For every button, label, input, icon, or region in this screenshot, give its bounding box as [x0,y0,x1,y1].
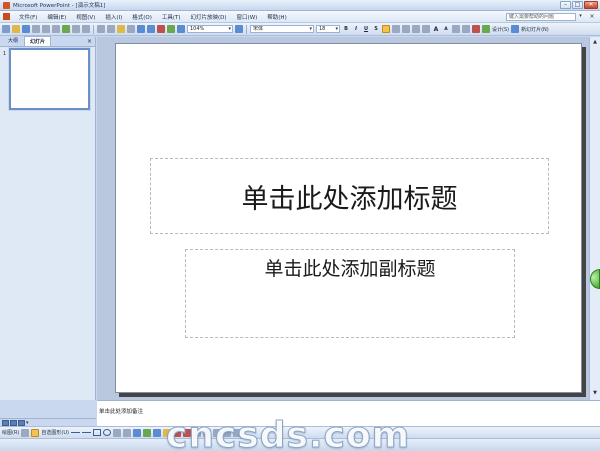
permission-icon[interactable] [32,25,40,33]
zoom-select[interactable]: 104% [187,25,233,33]
print-icon[interactable] [52,25,60,33]
format-painter-icon[interactable] [127,25,135,33]
email-icon[interactable] [42,25,50,33]
increase-indent-icon[interactable] [462,25,470,33]
menu-edit[interactable]: 编辑(E) [42,13,71,21]
design-button[interactable]: 设计(S) [492,26,509,33]
slide-number: 1 [3,51,7,57]
close-button[interactable]: ✕ [584,1,598,9]
open-folder-icon[interactable] [12,25,20,33]
bullets-icon[interactable] [422,25,430,33]
line-tool-icon[interactable] [70,432,80,433]
print-preview-icon[interactable] [62,25,70,33]
title-placeholder[interactable]: 单击此处添加标题 [150,158,549,234]
textbox-tool-icon[interactable] [112,428,121,437]
menu-view[interactable]: 视图(V) [71,13,100,21]
shadow-button[interactable]: S [372,26,380,32]
save-icon[interactable] [22,25,30,33]
normal-view-icon[interactable] [2,419,9,426]
tab-outline[interactable]: 大纲 [2,35,24,46]
font-name-select[interactable]: 宋体 [250,25,314,33]
clipart-tool-icon[interactable] [142,428,151,437]
view-buttons: ▾ [0,418,96,426]
help-dropdown-icon[interactable]: ▾ [577,13,584,21]
formatting-toolbar: 104% 宋体 18 B I U S A A 设计(S) 新幻灯片(N) [0,23,600,36]
new-slide-button[interactable]: 新幻灯片(N) [521,26,549,33]
insert-picture-icon[interactable] [177,25,185,33]
notes-placeholder: 单击此处添加备注 [99,409,144,415]
toolbar-separator [93,24,94,34]
numbering-icon[interactable] [412,25,420,33]
menu-file[interactable]: 文件(F) [14,13,42,21]
view-dropdown-icon[interactable]: ▾ [26,420,32,426]
bold-button[interactable]: B [342,26,350,32]
menu-format[interactable]: 格式(O) [127,13,157,21]
draw-menu-button[interactable]: 绘图(R) [2,429,19,436]
title-bar: Microsoft PowerPoint - [演示文稿1] – □ ✕ [0,0,600,11]
new-slide-icon[interactable] [511,25,520,33]
italic-button[interactable]: I [352,26,360,32]
select-pointer-icon[interactable] [21,428,30,437]
pane-close-icon[interactable]: × [87,38,92,46]
pane-tabs: 大纲 幻灯片 × [0,35,95,47]
shrink-font-button[interactable]: A [442,27,450,32]
tab-slides[interactable]: 幻灯片 [24,36,52,46]
design-icon[interactable] [482,25,490,33]
watermark-text: cncsds.com [165,415,411,451]
slide-sorter-icon[interactable] [10,419,17,426]
window-controls: – □ ✕ [560,1,598,9]
menu-window[interactable]: 窗口(W) [232,13,263,21]
undo-icon[interactable] [137,25,145,33]
scroll-up-icon[interactable]: ▲ [591,38,599,46]
picture-tool-icon[interactable] [152,428,161,437]
slide-editor: 单击此处添加标题 单击此处添加副标题 [97,37,589,400]
minimize-button[interactable]: – [560,1,571,9]
help-search-input[interactable]: 键入需要帮助的问题 [506,13,576,21]
font-color-icon[interactable] [472,25,480,33]
slide-canvas[interactable]: 单击此处添加标题 单击此处添加副标题 [115,43,582,393]
scroll-down-icon[interactable]: ▼ [591,389,599,397]
wordart-tool-icon[interactable] [122,428,131,437]
diagram-tool-icon[interactable] [132,428,141,437]
vertical-scrollbar[interactable]: ▲ ▼ [589,37,600,400]
decrease-indent-icon[interactable] [452,25,460,33]
menu-help[interactable]: 帮助(H) [262,13,291,21]
subtitle-placeholder[interactable]: 单击此处添加副标题 [185,249,515,338]
autoshapes-icon[interactable] [31,428,40,437]
grow-font-button[interactable]: A [432,26,440,33]
align-left-icon[interactable] [382,25,390,33]
menu-insert[interactable]: 插入(I) [100,13,127,21]
document-close-icon[interactable]: × [588,13,596,21]
align-right-icon[interactable] [402,25,410,33]
slides-pane: 大纲 幻灯片 × 1 [0,35,96,400]
subtitle-placeholder-text: 单击此处添加副标题 [264,258,436,280]
slide-thumbnail[interactable] [9,48,90,110]
new-file-icon[interactable] [2,25,10,33]
window-title: Microsoft PowerPoint - [演示文稿1] [13,3,106,9]
copy-icon[interactable] [107,25,115,33]
spelling-icon[interactable] [72,25,80,33]
toolbar-separator [246,24,247,34]
maximize-button[interactable]: □ [572,1,583,9]
align-center-icon[interactable] [392,25,400,33]
document-icon[interactable] [3,13,10,20]
title-placeholder-text: 单击此处添加标题 [241,183,458,215]
oval-tool-icon[interactable] [102,429,111,436]
insert-table-icon[interactable] [167,25,175,33]
menu-slideshow[interactable]: 幻灯片放映(D) [186,13,232,21]
menu-tools[interactable]: 工具(T) [157,13,186,21]
redo-icon[interactable] [147,25,155,33]
paste-icon[interactable] [117,25,125,33]
cut-icon[interactable] [97,25,105,33]
powerpoint-app-icon[interactable] [3,1,10,9]
underline-button[interactable]: U [362,26,370,32]
research-icon[interactable] [82,25,90,33]
autoshapes-button[interactable]: 自选图形(U) [41,429,69,436]
slideshow-view-icon[interactable] [18,419,25,426]
rectangle-tool-icon[interactable] [92,429,101,436]
arrow-tool-icon[interactable] [81,432,91,433]
font-size-select[interactable]: 18 [316,25,340,33]
help-icon[interactable] [235,25,243,33]
insert-chart-icon[interactable] [157,25,165,33]
